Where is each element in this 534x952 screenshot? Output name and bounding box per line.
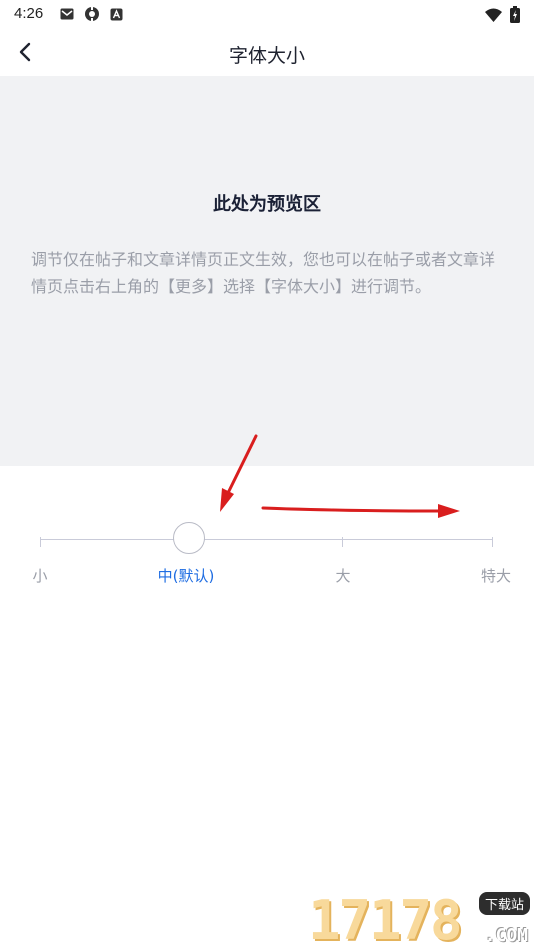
size-option-large[interactable]: 大 <box>335 565 350 586</box>
status-notification-icons <box>60 6 123 22</box>
slider-track[interactable] <box>40 539 492 540</box>
app-bar: 字体大小 <box>0 30 534 76</box>
preview-heading: 此处为预览区 <box>213 194 321 215</box>
gmail-icon <box>60 8 74 20</box>
size-option-small[interactable]: 小 <box>32 565 47 586</box>
size-option-medium-default[interactable]: 中(默认) <box>158 565 215 586</box>
battery-charging-icon <box>510 6 520 23</box>
a-badge-icon <box>110 8 123 20</box>
wifi-icon <box>485 8 502 22</box>
preview-description: 调节仅在帖子和文章详情页正文生效，您也可以在帖子或者文章详情页点击右上角的【更多… <box>31 250 496 296</box>
watermark-badge: 下载站 <box>478 892 530 915</box>
status-bar: 4:26 <box>0 0 534 30</box>
slider-tick-small[interactable] <box>40 537 41 547</box>
slider-tick-extra-large[interactable] <box>492 537 493 547</box>
slider-tick-large[interactable] <box>342 537 343 547</box>
page-title: 字体大小 <box>228 45 305 67</box>
status-system-icons <box>485 6 520 23</box>
status-time: 4:26 <box>14 5 44 22</box>
slider-thumb[interactable] <box>173 522 205 554</box>
preview-area: 此处为预览区 调节仅在帖子和文章详情页正文生效，您也可以在帖子或者文章详情页点击… <box>0 76 534 466</box>
size-option-extra-large[interactable]: 特大 <box>481 565 511 586</box>
watermark-number: 17178 <box>308 889 463 952</box>
settings-shield-icon <box>85 6 99 22</box>
watermark-domain: .COM <box>484 925 528 946</box>
font-size-slider[interactable]: 小 中(默认) 大 特大 <box>0 466 534 606</box>
site-watermark: 17178 下载站 .COM <box>304 890 534 950</box>
